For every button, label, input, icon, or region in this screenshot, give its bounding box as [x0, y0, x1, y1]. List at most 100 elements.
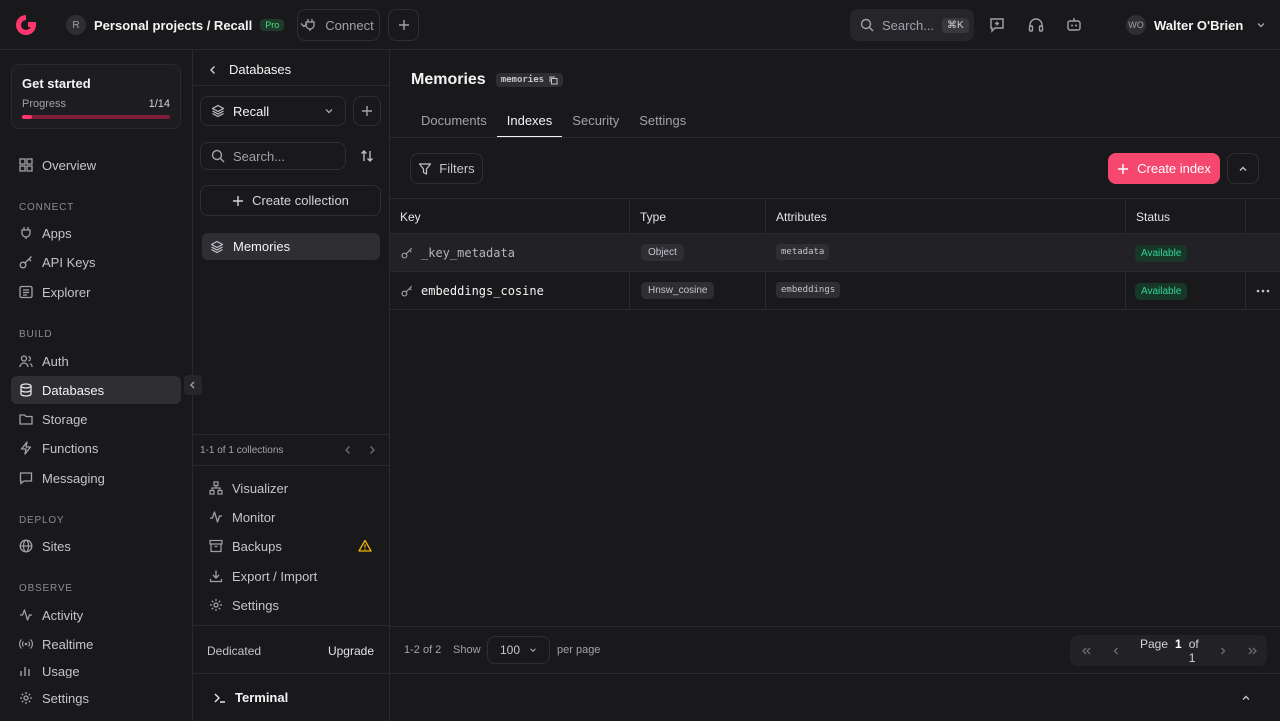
tab-documents[interactable]: Documents	[411, 107, 497, 138]
sidebar-item-functions[interactable]: Functions	[11, 434, 181, 462]
sidebar-item-usage[interactable]: Usage	[11, 665, 181, 678]
appwrite-logo-icon[interactable]	[14, 13, 38, 37]
add-button[interactable]	[388, 9, 419, 41]
connect-button[interactable]: Connect	[297, 9, 380, 41]
upgrade-link[interactable]: Upgrade	[328, 644, 374, 658]
collection-id: memories	[500, 75, 545, 85]
column-header-type[interactable]: Type	[640, 210, 666, 224]
chevrons-left-icon[interactable]	[1080, 645, 1092, 657]
project-switcher[interactable]: R Personal projects / Recall Pro	[66, 13, 310, 37]
chevron-down-icon	[1255, 19, 1267, 31]
sidebar-item-label: Databases	[42, 382, 105, 398]
index-type-badge: Hnsw_cosine	[641, 282, 715, 299]
database-icon	[19, 383, 33, 397]
more-options-icon[interactable]	[1256, 285, 1270, 297]
sort-icon[interactable]	[359, 148, 375, 164]
divider	[193, 85, 389, 86]
page-total: of 1	[1188, 636, 1199, 665]
sidebar-item-label: Auth	[42, 353, 69, 369]
tab-indexes[interactable]: Indexes	[496, 107, 563, 138]
headset-icon[interactable]	[1027, 16, 1045, 34]
collapse-toolbar-button[interactable]	[1227, 153, 1259, 184]
search-icon	[860, 18, 874, 32]
create-index-button[interactable]: Create index	[1108, 153, 1220, 184]
sidebar-item-label: Explorer	[42, 284, 91, 300]
filters-button[interactable]: Filters	[410, 153, 483, 184]
sidebar-item-apps[interactable]: Apps	[11, 219, 181, 247]
sidebar-item-explorer[interactable]: Explorer	[11, 278, 181, 306]
chevrons-right-icon[interactable]	[1247, 645, 1259, 657]
collections-pagination: 1-1 of 1 collections	[200, 445, 284, 456]
sidebar-item-auth[interactable]: Auth	[11, 347, 181, 375]
message-icon	[19, 471, 33, 485]
collection-label: Memories	[233, 239, 291, 254]
terminal-bar[interactable]: Terminal	[193, 673, 1280, 721]
database-select[interactable]: Recall	[200, 96, 346, 126]
collections-pager	[343, 444, 377, 456]
sidebar-item-databases[interactable]: Databases	[11, 376, 181, 404]
tab-security[interactable]: Security	[562, 107, 629, 138]
back-to-databases[interactable]: Databases	[207, 62, 291, 77]
sidebar-footer: Settings	[0, 678, 192, 721]
terminal-toggle[interactable]: Terminal	[213, 690, 288, 705]
sidebar-item-overview[interactable]: Overview	[11, 151, 181, 179]
per-page-select[interactable]: 100	[487, 636, 550, 664]
top-bar: R Personal projects / Recall Pro Connect…	[0, 0, 1280, 50]
sidebar-item-activity[interactable]: Activity	[11, 601, 181, 629]
chevron-down-icon	[323, 105, 335, 117]
terminal-label: Terminal	[235, 690, 289, 705]
column-header-status[interactable]: Status	[1136, 210, 1170, 224]
divider	[193, 465, 389, 466]
create-collection-button[interactable]: Create collection	[200, 185, 381, 216]
add-database-button[interactable]	[353, 96, 381, 126]
link-visualizer[interactable]: Visualizer	[209, 478, 288, 498]
sidebar-item-settings[interactable]: Settings	[11, 684, 181, 712]
filters-label: Filters	[439, 161, 475, 176]
chevron-left-icon[interactable]	[1110, 645, 1122, 657]
collection-id-badge[interactable]: memories	[495, 73, 564, 87]
assistant-bot-icon[interactable]	[1065, 16, 1083, 34]
plus-icon	[398, 19, 410, 31]
sidebar-item-label: Realtime	[42, 636, 94, 652]
table-row[interactable]: _key_metadata Object metadata Available	[390, 234, 1280, 272]
chevron-right-icon[interactable]	[1217, 645, 1229, 657]
column-header-attributes[interactable]: Attributes	[776, 210, 827, 224]
link-monitor[interactable]: Monitor	[209, 507, 275, 527]
gear-icon	[19, 691, 33, 705]
table-row[interactable]: embeddings_cosine Hnsw_cosine embeddings…	[390, 272, 1280, 310]
sidebar-item-realtime[interactable]: Realtime	[11, 630, 181, 658]
collection-search-input[interactable]: Search...	[200, 142, 346, 170]
link-settings[interactable]: Settings	[209, 595, 279, 615]
grid-icon	[19, 158, 33, 172]
link-label: Monitor	[232, 509, 276, 525]
pager: Page 1 of 1	[1070, 635, 1267, 666]
tab-settings[interactable]: Settings	[629, 107, 696, 138]
chevron-right-icon[interactable]	[367, 444, 377, 456]
link-backups[interactable]: Backups	[209, 536, 282, 556]
progress-bar-fill	[22, 115, 33, 119]
column-header-key[interactable]: Key	[400, 210, 421, 224]
sidebar-item-api-keys[interactable]: API Keys	[11, 248, 181, 276]
chevron-up-icon[interactable]	[1240, 692, 1252, 704]
sidebar-item-label: Activity	[42, 607, 84, 623]
link-export-import[interactable]: Export / Import	[209, 566, 317, 586]
database-panel: Databases Recall Search... Create collec…	[193, 50, 390, 721]
collapse-sidebar-button[interactable]	[184, 375, 202, 395]
layers-icon	[210, 240, 224, 254]
index-key-text: _key_metadata	[421, 246, 515, 260]
user-menu[interactable]: WO Walter O'Brien	[1126, 13, 1267, 37]
plus-icon	[1117, 163, 1129, 175]
plan-badge: Pro	[260, 19, 285, 31]
collection-item-memories[interactable]: Memories	[202, 233, 380, 260]
global-search[interactable]: Search... ⌘K	[850, 9, 974, 41]
sidebar-item-messaging[interactable]: Messaging	[11, 464, 181, 492]
chevron-left-icon[interactable]	[343, 444, 353, 456]
sidebar-item-sites[interactable]: Sites	[11, 532, 181, 560]
sidebar-item-storage[interactable]: Storage	[11, 405, 181, 433]
feedback-icon[interactable]	[988, 16, 1006, 34]
get-started-card[interactable]: Get started Progress 1/14	[11, 64, 181, 129]
index-range: 1-2 of 2	[404, 644, 442, 656]
chevron-left-icon	[188, 380, 198, 390]
list-icon	[19, 285, 33, 299]
plus-icon	[232, 195, 244, 207]
